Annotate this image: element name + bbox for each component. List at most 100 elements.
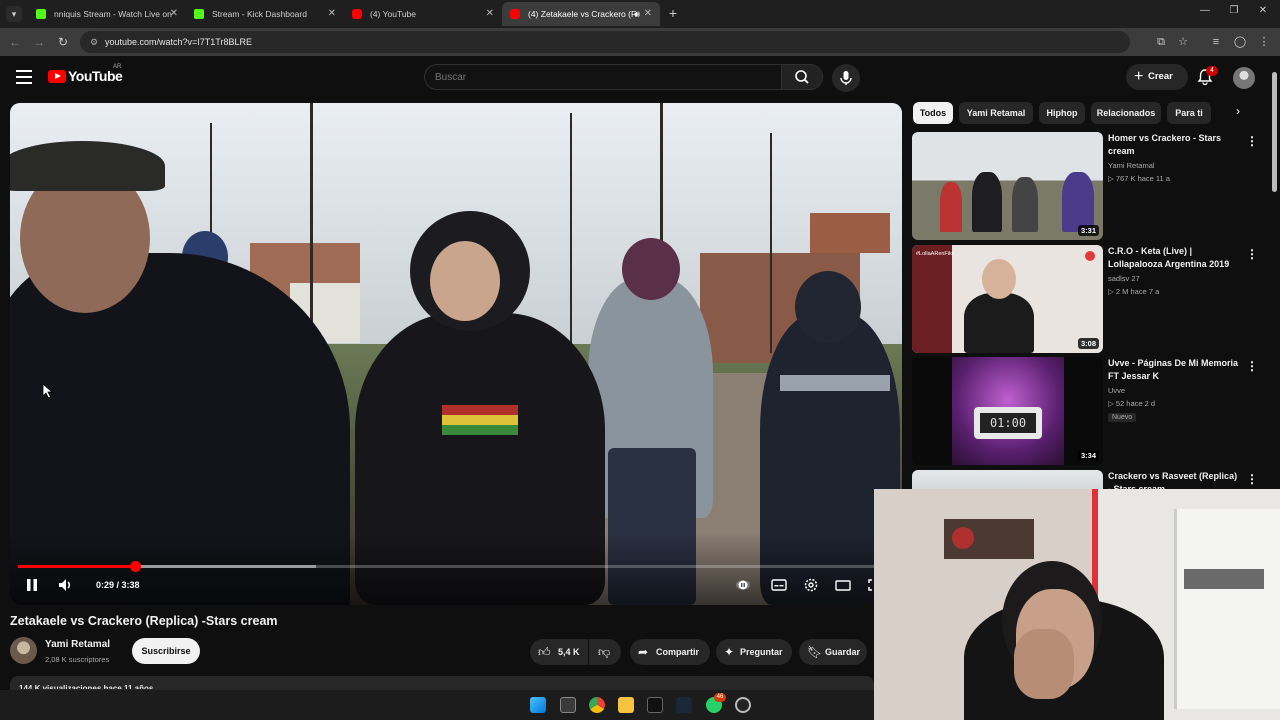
ask-button[interactable]: ✦ Preguntar	[716, 639, 792, 665]
video-thumbnail[interactable]	[912, 470, 1103, 490]
chip-hiphop[interactable]: Hiphop	[1039, 102, 1085, 124]
window-close-icon[interactable]: ✕	[1254, 5, 1272, 16]
tab-title: (4) Zetakaele vs Crackero (R	[528, 9, 638, 19]
youtube-icon	[510, 9, 520, 19]
recommendation-channel[interactable]: Yami Retamal	[1108, 161, 1155, 170]
recording-app-icon[interactable]	[735, 697, 751, 713]
channel-name[interactable]: Yami Retamal	[45, 639, 110, 650]
settings-gear-icon[interactable]	[802, 575, 820, 595]
logo-text: YouTube	[68, 68, 123, 84]
browser-tab-current-video[interactable]: (4) Zetakaele vs Crackero (R 🔊︎ ✕	[502, 2, 660, 26]
video-player[interactable]: 0:29 / 3:38	[10, 103, 902, 605]
task-view-icon[interactable]	[560, 697, 576, 713]
webcam-person-hand	[1014, 629, 1074, 699]
video-thumbnail[interactable]: 3:31	[912, 132, 1103, 240]
recommendation-channel[interactable]: sadlsv 27	[1108, 274, 1140, 283]
tab-search-icon[interactable]: ▾	[6, 6, 22, 22]
tab-title: Stream - Kick Dashboard	[212, 9, 307, 19]
voice-search-button[interactable]	[832, 64, 860, 92]
search-button[interactable]	[781, 64, 823, 90]
ask-label: Preguntar	[740, 647, 783, 657]
more-options-icon[interactable]: ⋮	[1246, 134, 1258, 148]
windows-start-icon[interactable]	[530, 697, 546, 713]
browser-menu-icon[interactable]: ⋮	[1256, 34, 1272, 50]
browser-tab-youtube[interactable]: (4) YouTube ✕	[344, 2, 502, 26]
like-count: 5,4 K	[558, 647, 580, 657]
steam-icon[interactable]	[676, 697, 692, 713]
subtitles-icon[interactable]	[770, 575, 788, 595]
save-button[interactable]: 🔖︎ Guardar	[799, 639, 867, 665]
more-options-icon[interactable]: ⋮	[1246, 359, 1258, 373]
browser-tab-kick-stream[interactable]: nniquis Stream - Watch Live on ✕	[28, 2, 186, 26]
chevron-right-icon[interactable]: ›	[1236, 104, 1240, 118]
install-app-icon[interactable]: ⧉	[1153, 34, 1169, 50]
media-controls-icon[interactable]: ≡	[1208, 34, 1224, 50]
restore-icon[interactable]: ❐	[1225, 5, 1243, 16]
close-icon[interactable]: ✕	[170, 2, 178, 26]
chip-related[interactable]: Relacionados	[1091, 102, 1161, 124]
video-duration: 3:08	[1077, 338, 1099, 349]
recommendation-title[interactable]: Uvve - Páginas De Mi Memoria FT Jessar K	[1108, 357, 1240, 383]
theater-mode-icon[interactable]	[834, 575, 852, 595]
recommendation-channel[interactable]: Uvve	[1108, 386, 1125, 395]
new-tab-button[interactable]: +	[664, 4, 682, 22]
speaker-icon[interactable]: 🔊︎	[634, 2, 640, 26]
bookmark-star-icon[interactable]: ☆	[1175, 34, 1191, 50]
webcam-overlay	[874, 489, 1280, 720]
video-thumbnail[interactable]: 01:00 3:34	[912, 357, 1103, 465]
recommendation-item[interactable]: 3:31 Homer vs Crackero - Stars cream Yam…	[912, 132, 1262, 240]
recommendation-item[interactable]: 01:00 3:34 Uvve - Páginas De Mi Memoria …	[912, 357, 1262, 465]
url-field[interactable]: ⚙ youtube.com/watch?v=I7T1Tr8BLRE	[80, 31, 1130, 53]
volume-icon[interactable]	[56, 575, 74, 595]
video-frame-tree	[310, 103, 313, 343]
browser-tab-strip: ▾ nniquis Stream - Watch Live on ✕ Strea…	[0, 0, 1280, 28]
chrome-icon[interactable]	[589, 697, 605, 713]
profile-icon[interactable]: ◯	[1232, 34, 1248, 50]
close-icon[interactable]: ✕	[486, 2, 494, 26]
minimize-icon[interactable]: —	[1196, 5, 1214, 16]
channel-avatar[interactable]	[10, 637, 37, 664]
share-button[interactable]: ➦ Compartir	[630, 639, 710, 665]
scrollbar-thumb[interactable]	[1272, 72, 1277, 192]
app-icon[interactable]	[647, 697, 663, 713]
more-options-icon[interactable]: ⋮	[1246, 247, 1258, 261]
like-button[interactable]: 👍︎ 5,4 K	[530, 639, 588, 665]
address-bar: ← → ↻ ⚙ youtube.com/watch?v=I7T1Tr8BLRE …	[0, 28, 1280, 56]
forward-icon[interactable]: →	[31, 34, 47, 50]
file-explorer-icon[interactable]	[618, 697, 634, 713]
pause-icon[interactable]	[24, 575, 40, 595]
menu-icon[interactable]	[16, 70, 32, 84]
time-current: 0:29	[96, 580, 115, 590]
recommendation-item[interactable]: Crackero vs Rasveet (Replica) - Stars cr…	[912, 470, 1262, 490]
recommendation-title[interactable]: Homer vs Crackero - Stars cream	[1108, 132, 1240, 158]
thumbs-down-icon: 👎︎	[598, 645, 611, 659]
video-thumbnail[interactable]: #LollaARenFilo 3:08	[912, 245, 1103, 353]
dislike-button[interactable]: 👎︎	[589, 639, 621, 665]
subscribe-button[interactable]: Suscribirse	[132, 638, 200, 664]
chip-todos[interactable]: Todos	[913, 102, 953, 124]
back-icon[interactable]: ←	[7, 34, 23, 50]
view-count: 2 M	[1115, 287, 1129, 296]
thumbnail-person	[940, 182, 962, 232]
webcam-shelf	[1174, 509, 1280, 709]
close-icon[interactable]: ✕	[644, 2, 652, 26]
recommendation-meta: ▷ 767 K hace 11 a	[1108, 174, 1170, 183]
reload-icon[interactable]: ↻	[55, 34, 71, 50]
progress-scrubber-handle[interactable]	[129, 561, 141, 572]
create-button[interactable]: + Crear	[1126, 64, 1188, 90]
browser-tab-kick-dashboard[interactable]: Stream - Kick Dashboard ✕	[186, 2, 344, 26]
recommendation-item[interactable]: #LollaARenFilo 3:08 C.R.O - Keta (Live) …	[912, 245, 1262, 353]
close-icon[interactable]: ✕	[328, 2, 336, 26]
video-duration: 3:34	[1077, 450, 1099, 461]
account-avatar[interactable]	[1233, 67, 1255, 89]
recommendation-title[interactable]: Crackero vs Rasveet (Replica) - Stars cr…	[1108, 470, 1240, 490]
progress-bar[interactable]	[18, 561, 894, 572]
chip-channel[interactable]: Yami Retamal	[959, 102, 1033, 124]
autoplay-toggle-icon[interactable]	[734, 575, 752, 595]
chip-for-you[interactable]: Para ti	[1167, 102, 1211, 124]
more-options-icon[interactable]: ⋮	[1246, 472, 1258, 486]
thumbnail-person	[982, 259, 1016, 299]
recommendation-title[interactable]: C.R.O - Keta (Live) | Lollapalooza Argen…	[1108, 245, 1240, 271]
site-info-icon[interactable]: ⚙	[88, 36, 100, 48]
search-input[interactable]	[424, 64, 782, 90]
